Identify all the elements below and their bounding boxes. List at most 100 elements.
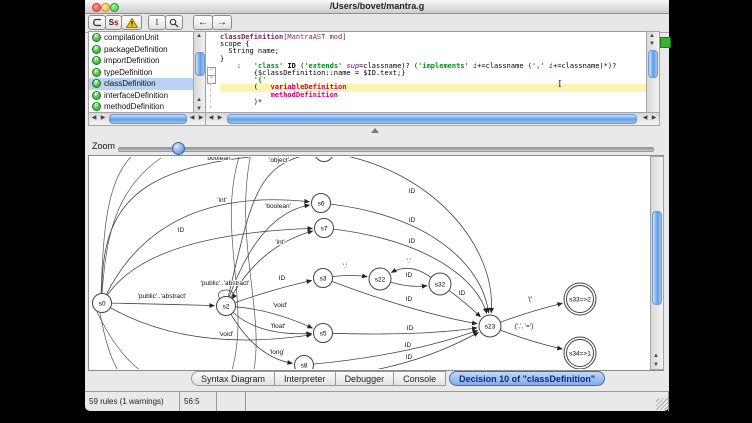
- code-line: )*: [220, 99, 648, 106]
- minimize-button[interactable]: [101, 3, 110, 12]
- status-cell-1: 56:5: [180, 392, 217, 411]
- graph-edge-label: ID: [409, 217, 416, 224]
- graph-edge-s22-s32: [391, 282, 428, 286]
- back-button[interactable]: ←: [193, 15, 213, 30]
- graph-node-s32: s32: [429, 273, 451, 295]
- status-cell-3: [246, 392, 669, 411]
- rule-list-hscroll-thumb[interactable]: [109, 114, 187, 124]
- svg-text:s5: s5: [320, 330, 327, 337]
- rule-item-classDefinition[interactable]: PclassDefinition: [89, 78, 194, 90]
- zoom-slider-thumb[interactable]: [172, 142, 185, 155]
- zoom-button[interactable]: [110, 3, 119, 12]
- scroll-down-icon[interactable]: ▼: [651, 361, 661, 369]
- debugger-button[interactable]: ⁞: [148, 15, 166, 30]
- rule-item-importDefinition[interactable]: PimportDefinition: [89, 55, 194, 67]
- rules-icon: [92, 18, 102, 27]
- scroll-up-icon[interactable]: ▲: [194, 96, 204, 104]
- tab-console[interactable]: Console: [394, 371, 446, 386]
- scroll-right-icon[interactable]: ▶: [215, 113, 225, 123]
- tab-syntax-diagram[interactable]: Syntax Diagram: [191, 371, 275, 386]
- rule-item-label: importDefinition: [104, 56, 160, 65]
- editor-hscroll-thumb[interactable]: [227, 114, 637, 124]
- graph-edge-s0-sx: [102, 157, 313, 294]
- rule-list-hscrollbar[interactable]: ◀ ▶ ◀ ▶: [88, 112, 207, 126]
- forward-button[interactable]: →: [212, 15, 232, 30]
- code-line: classDefinition[MantraAST mod]: [220, 34, 648, 41]
- rule-item-label: typeDefinition: [104, 68, 152, 77]
- graph-edge-label: ID: [409, 188, 416, 195]
- parser-rule-icon: P: [92, 91, 101, 100]
- scroll-right-icon[interactable]: ▶: [649, 113, 659, 123]
- warning-icon: [126, 18, 138, 28]
- fold-collapse-icon[interactable]: −: [207, 75, 216, 84]
- graph-node-s6: s6: [312, 194, 331, 213]
- scroll-down-icon[interactable]: ▼: [647, 40, 657, 48]
- decision-graph-panel[interactable]: 'public'..'abstract''public'..'abstract'…: [88, 155, 664, 371]
- graph-edge-s23-s33: [500, 303, 562, 322]
- graph-edge-label: ID: [409, 238, 416, 245]
- graph-node-s33=>2: s33=>2: [564, 283, 596, 315]
- forward-arrow-icon: →: [217, 17, 227, 28]
- editor-vscroll-thumb[interactable]: [648, 50, 658, 78]
- splitter-collapse-handle[interactable]: [371, 128, 379, 133]
- scroll-right-icon[interactable]: ▶: [98, 113, 108, 123]
- graph-edge-s2-sx: [228, 157, 312, 297]
- svg-text:s33=>2: s33=>2: [569, 296, 591, 303]
- scroll-up-icon[interactable]: ▲: [194, 32, 204, 40]
- resize-grip[interactable]: [656, 398, 668, 410]
- ss-icon-red: s: [114, 18, 118, 27]
- status-cell-0: 59 rules (1 warnings): [85, 392, 180, 411]
- graph-edge-label: ID: [406, 272, 413, 279]
- find-button[interactable]: [165, 15, 183, 30]
- tab-interpreter[interactable]: Interpreter: [275, 371, 336, 386]
- graph-decor-edge: [100, 313, 119, 369]
- debug-icon: ⁞: [156, 18, 159, 27]
- graph-edge-label: '.': [343, 263, 347, 270]
- rule-item-compilationUnit[interactable]: PcompilationUnit: [89, 32, 194, 44]
- rule-list[interactable]: PcompilationUnitPpackageDefinitionPimpor…: [88, 31, 194, 114]
- graph-edge-label: '(': [528, 296, 533, 303]
- zoom-slider-track[interactable]: [118, 147, 654, 152]
- svg-text:s6: s6: [318, 200, 325, 207]
- graph-edge-s8-s23: [313, 330, 477, 364]
- title-bar[interactable]: /Users/bovet/mantra.g: [85, 0, 669, 14]
- rule-item-label: packageDefinition: [104, 45, 168, 54]
- rules-view-button[interactable]: [88, 15, 106, 30]
- graph-edge-label: 'boolean': [206, 157, 232, 162]
- graph-edge-label: '.': [407, 258, 411, 265]
- graph-edge-label: 'void': [219, 331, 233, 338]
- rule-item-interfaceDefinition[interactable]: PinterfaceDefinition: [89, 90, 194, 102]
- svg-text:s0: s0: [99, 300, 106, 307]
- rule-list-vscroll-thumb[interactable]: [195, 52, 205, 76]
- rule-item-packageDefinition[interactable]: PpackageDefinition: [89, 44, 194, 56]
- syntax-coloring-button[interactable]: Ss: [105, 15, 122, 30]
- parser-rule-icon: P: [92, 68, 101, 77]
- tab-debugger[interactable]: Debugger: [336, 371, 395, 386]
- search-icon: [169, 18, 179, 28]
- rule-item-methodDefinition[interactable]: PmethodDefinition: [89, 101, 194, 113]
- graph-decor-edge: [101, 157, 131, 294]
- code-line: methodDefinition: [220, 92, 648, 99]
- grammar-editor[interactable]: classDefinition[MantraAST mod]scope { St…: [205, 31, 648, 114]
- graph-edge-s3-s23: [332, 281, 477, 323]
- close-button[interactable]: [92, 3, 101, 12]
- editor-hscrollbar[interactable]: ◀ ▶ ◀ ▶: [205, 112, 660, 126]
- editor-vscrollbar[interactable]: ▲ ▼: [646, 31, 660, 114]
- tab-decision-10-of-classdefinition[interactable]: Decision 10 of "classDefinition": [449, 371, 605, 386]
- parser-rule-icon: P: [92, 79, 101, 88]
- svg-text:s2: s2: [223, 303, 230, 310]
- scroll-up-icon[interactable]: ▲: [651, 352, 661, 360]
- svg-text:s23: s23: [485, 323, 496, 330]
- graph-edge-label: 'void': [273, 302, 287, 309]
- back-arrow-icon: ←: [198, 17, 208, 28]
- scroll-up-icon[interactable]: ▲: [647, 32, 657, 40]
- graph-edge-label: 'object': [269, 157, 289, 164]
- screen: { "window": { "title": "/Users/bovet/man…: [0, 0, 752, 423]
- decision-graph: 'public'..'abstract''public'..'abstract'…: [90, 157, 650, 369]
- graph-decor-edge: [102, 158, 161, 294]
- warnings-button[interactable]: [121, 15, 142, 30]
- rule-item-typeDefinition[interactable]: PtypeDefinition: [89, 67, 194, 79]
- svg-text:s8: s8: [301, 362, 308, 369]
- graph-vscroll-thumb[interactable]: [652, 211, 662, 305]
- graph-vscrollbar[interactable]: ▲ ▼: [650, 156, 664, 370]
